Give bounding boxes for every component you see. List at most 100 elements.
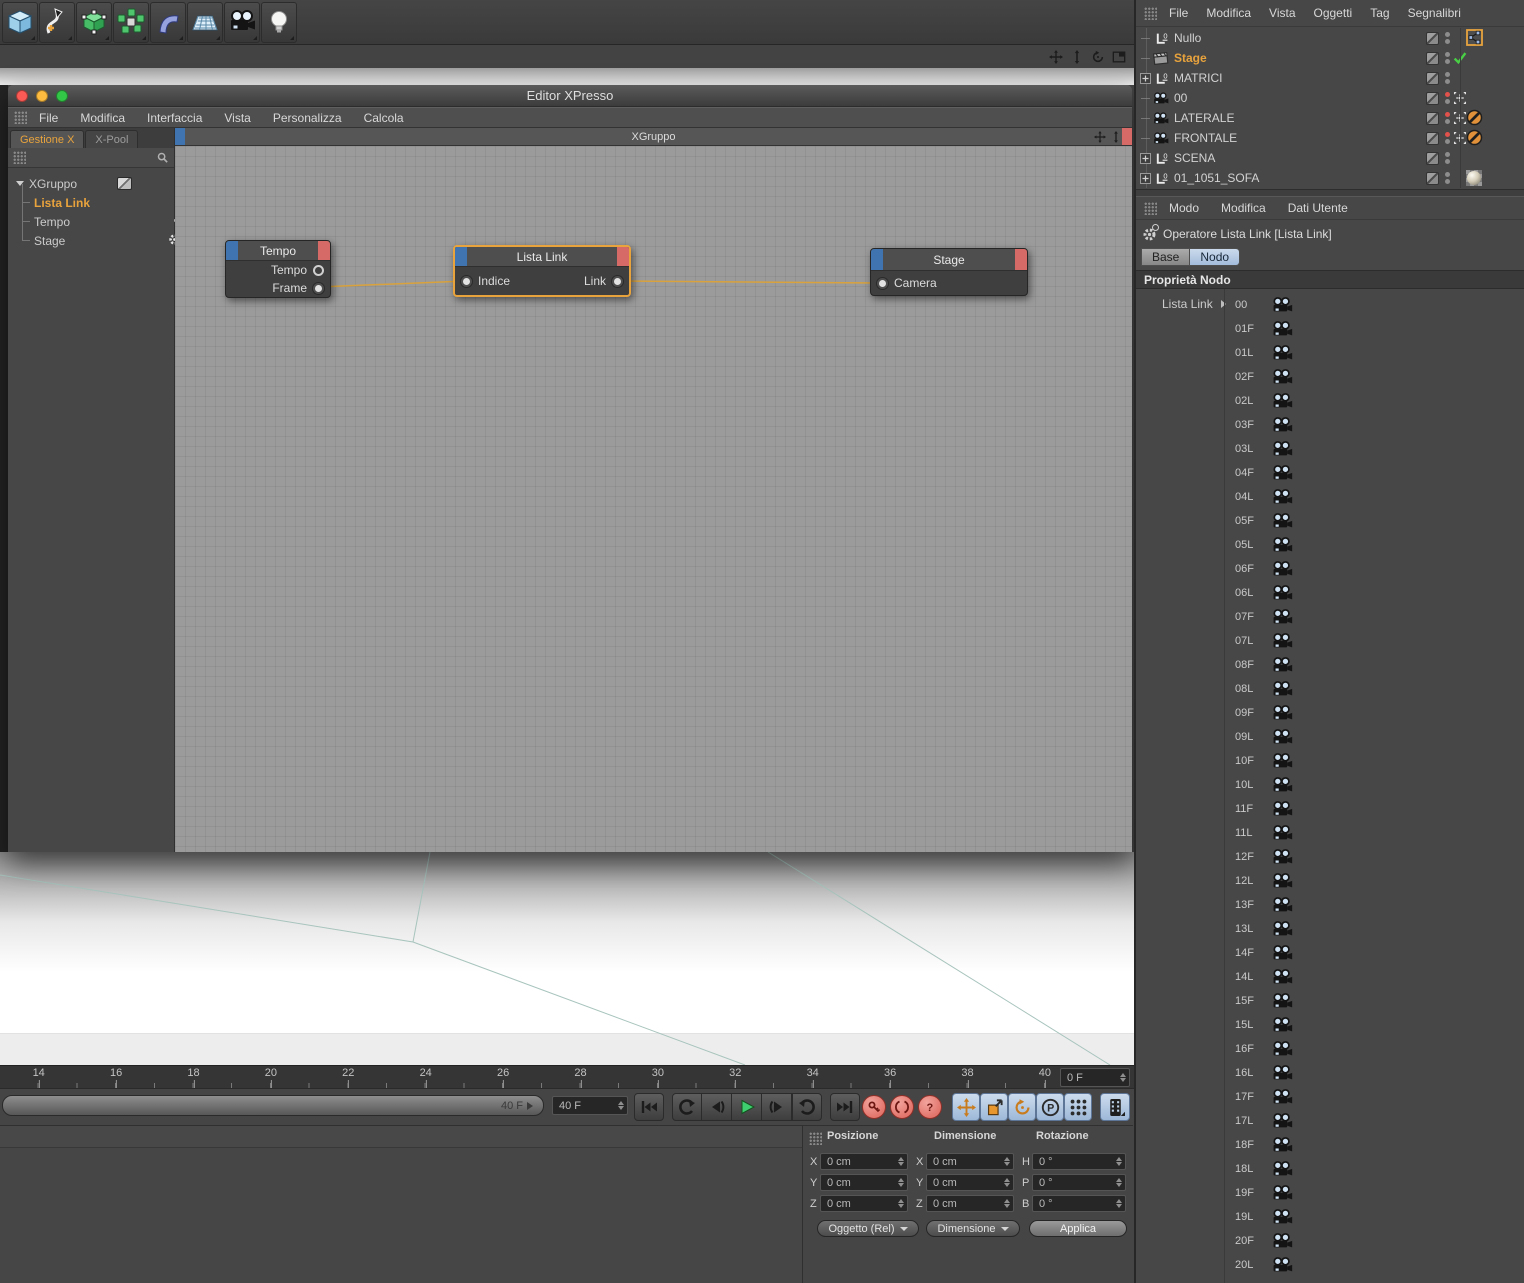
layer-icon[interactable]	[1426, 132, 1439, 145]
tree-node-item[interactable]: Tempo	[14, 203, 191, 231]
position-x-field[interactable]: 0 cm	[820, 1153, 908, 1170]
timeline-ruler[interactable]: 14 16 18 20 22 24 26 28 30 32 34 36 38 40 0 F	[0, 1065, 1134, 1089]
menu-item[interactable]: Oggetti	[1314, 6, 1353, 20]
link-slot-row[interactable]: 07F	[1225, 605, 1524, 629]
input-port[interactable]	[877, 277, 888, 289]
resize-group-icon[interactable]	[1110, 131, 1122, 143]
autokey-icon[interactable]	[890, 1095, 914, 1119]
object-row[interactable]: Nullo	[1136, 28, 1524, 48]
rotation-b-field[interactable]: 0 °	[1032, 1195, 1126, 1212]
link-slot-row[interactable]: 13F	[1225, 893, 1524, 917]
goto-start-icon[interactable]	[634, 1093, 664, 1121]
visibility-dots-icon[interactable]	[1445, 132, 1450, 144]
size-y-field[interactable]: 0 cm	[926, 1174, 1014, 1191]
camera-object-icon[interactable]	[224, 1, 260, 43]
visibility-dots-icon[interactable]	[1445, 92, 1450, 104]
menu-item[interactable]: Personalizza	[273, 111, 342, 125]
link-slot-row[interactable]: 04L	[1225, 485, 1524, 509]
node-tempo[interactable]: Tempo Tempo Frame	[225, 240, 331, 298]
layer-icon[interactable]	[1426, 32, 1439, 45]
frame-range-slider[interactable]: 40 F	[2, 1095, 544, 1116]
visibility-dots-icon[interactable]	[1445, 72, 1450, 84]
node-lista-link[interactable]: Lista Link Indice Link	[453, 245, 631, 297]
object-row[interactable]: 01_1051_SOFA	[1136, 168, 1524, 188]
drag-grip-icon[interactable]	[1144, 201, 1157, 215]
stepper-icon[interactable]	[618, 1101, 624, 1110]
menu-item[interactable]: Dati Utente	[1288, 201, 1348, 215]
floor-object-icon[interactable]	[187, 1, 223, 43]
output-port[interactable]	[612, 275, 623, 287]
menu-item[interactable]: Modifica	[80, 111, 125, 125]
expand-icon[interactable]	[1140, 73, 1151, 84]
tree-node-item[interactable]: Stage	[14, 222, 186, 250]
drag-grip-icon[interactable]	[1144, 6, 1157, 20]
output-port[interactable]	[313, 264, 324, 276]
object-row[interactable]: Stage	[1136, 48, 1524, 68]
make-editable-icon[interactable]	[76, 1, 112, 43]
link-slot-row[interactable]: 17F	[1225, 1085, 1524, 1109]
link-slot-row[interactable]: 19F	[1225, 1181, 1524, 1205]
link-slot-row[interactable]: 11F	[1225, 797, 1524, 821]
layer-icon[interactable]	[1426, 52, 1439, 65]
menu-item[interactable]: Calcola	[364, 111, 404, 125]
link-slot-row[interactable]: 03L	[1225, 437, 1524, 461]
next-frame-icon[interactable]	[762, 1093, 792, 1121]
prev-key-icon[interactable]	[672, 1093, 702, 1121]
object-row[interactable]: 00	[1136, 88, 1524, 108]
link-slot-row[interactable]: 14F	[1225, 941, 1524, 965]
record-key-icon[interactable]	[862, 1095, 886, 1119]
light-object-icon[interactable]	[261, 1, 297, 43]
rotation-p-field[interactable]: 0 °	[1032, 1174, 1126, 1191]
link-slot-row[interactable]: 14L	[1225, 965, 1524, 989]
node-stage[interactable]: Stage Camera	[870, 248, 1028, 296]
move-panel-icon[interactable]	[1049, 50, 1063, 64]
object-row[interactable]: SCENA	[1136, 148, 1524, 168]
lista-link-label[interactable]: Lista Link	[1162, 297, 1226, 311]
link-slot-row[interactable]: 12L	[1225, 869, 1524, 893]
drag-grip-icon[interactable]	[809, 1132, 822, 1145]
link-slot-row[interactable]: 00	[1225, 293, 1524, 317]
link-slot-row[interactable]: 12F	[1225, 845, 1524, 869]
layer-icon[interactable]	[1426, 112, 1439, 125]
add-cube-icon[interactable]	[2, 1, 38, 43]
link-slot-row[interactable]: 15F	[1225, 989, 1524, 1013]
layer-icon[interactable]	[1426, 172, 1439, 185]
link-slot-row[interactable]: 15L	[1225, 1013, 1524, 1037]
link-slot-row[interactable]: 18F	[1225, 1133, 1524, 1157]
link-slot-row[interactable]: 05L	[1225, 533, 1524, 557]
draw-spline-icon[interactable]	[39, 1, 75, 43]
link-slot-row[interactable]: 08F	[1225, 653, 1524, 677]
panel-divider[interactable]	[1136, 189, 1524, 197]
expand-icon[interactable]	[1140, 153, 1151, 164]
array-object-icon[interactable]	[113, 1, 149, 43]
link-slot-row[interactable]: 17L	[1225, 1109, 1524, 1133]
output-port[interactable]	[313, 282, 324, 294]
size-mode-dropdown[interactable]: Dimensione	[926, 1220, 1020, 1237]
link-slot-row[interactable]: 03F	[1225, 413, 1524, 437]
layer-icon[interactable]	[1426, 92, 1439, 105]
node-search-bar[interactable]	[8, 148, 174, 168]
goto-end-icon[interactable]	[830, 1093, 860, 1121]
xpresso-canvas[interactable]: Tempo Tempo Frame Lista Link Indice Link…	[175, 146, 1132, 852]
protection-tag-icon[interactable]	[1466, 109, 1483, 126]
viewport[interactable]	[0, 852, 1134, 1065]
size-x-field[interactable]: 0 cm	[926, 1153, 1014, 1170]
protection-tag-icon[interactable]	[1466, 129, 1483, 146]
menu-item[interactable]: Vista	[224, 111, 250, 125]
link-slot-row[interactable]: 02L	[1225, 389, 1524, 413]
link-slot-row[interactable]: 20F	[1225, 1229, 1524, 1253]
xgroup-header[interactable]: XGruppo	[175, 128, 1132, 146]
link-slot-row[interactable]: 09L	[1225, 725, 1524, 749]
menu-item[interactable]: Segnalibri	[1408, 6, 1461, 20]
link-slot-row[interactable]: 02F	[1225, 365, 1524, 389]
section-header[interactable]: Proprietà Nodo	[1136, 270, 1524, 289]
menu-item[interactable]: Modifica	[1206, 6, 1251, 20]
next-key-icon[interactable]	[792, 1093, 822, 1121]
prev-frame-icon[interactable]	[702, 1093, 732, 1121]
window-titlebar[interactable]: Editor XPresso	[8, 85, 1132, 107]
link-slot-row[interactable]: 04F	[1225, 461, 1524, 485]
record-help-icon[interactable]: ?	[918, 1095, 942, 1119]
visibility-dots-icon[interactable]	[1445, 32, 1450, 44]
current-frame-field[interactable]: 0 F	[1060, 1068, 1130, 1087]
menu-item[interactable]: Interfaccia	[147, 111, 202, 125]
